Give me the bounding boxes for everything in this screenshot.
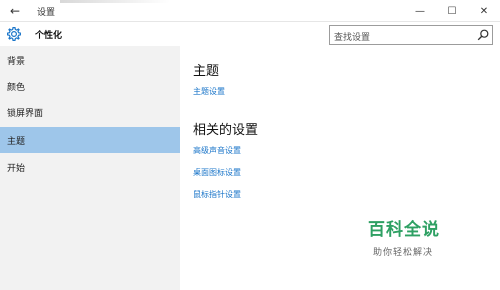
maximize-button[interactable]: ☐: [436, 0, 468, 22]
back-arrow-icon: ←: [9, 4, 21, 18]
search-input[interactable]: 查找设置: [334, 30, 370, 43]
page-title: 个性化: [35, 31, 63, 41]
close-button[interactable]: ✕: [468, 0, 500, 22]
theme-settings-link[interactable]: 主题设置: [193, 86, 225, 97]
sidebar-item-background[interactable]: 背景: [0, 49, 180, 71]
sidebar-item-colors[interactable]: 颜色: [0, 75, 180, 97]
gear-icon: [7, 27, 21, 41]
back-button[interactable]: ←: [0, 0, 30, 22]
header: 个性化 查找设置: [0, 22, 500, 46]
section-title-related-settings: 相关的设置: [193, 123, 259, 138]
mouse-pointer-settings-link[interactable]: 鼠标指针设置: [193, 189, 241, 200]
sidebar: 背景 颜色 锁屏界面 主题 开始: [0, 46, 180, 290]
advanced-sound-settings-link[interactable]: 高级声音设置: [193, 145, 241, 156]
window-controls: — ☐ ✕: [404, 0, 500, 22]
minimize-icon: —: [415, 5, 425, 17]
tab-strip-decoration: [60, 0, 170, 3]
watermark-tagline: 助你轻松解决: [373, 248, 434, 258]
search-icon[interactable]: [476, 28, 490, 42]
minimize-button[interactable]: —: [404, 0, 436, 22]
title-bar: ← 设置 — ☐ ✕: [0, 0, 500, 22]
search-box[interactable]: 查找设置: [329, 25, 493, 45]
sidebar-item-start[interactable]: 开始: [0, 156, 180, 178]
sidebar-item-themes[interactable]: 主题: [0, 127, 180, 153]
section-title-themes: 主题: [193, 64, 220, 79]
watermark-brand: 百科全说: [368, 220, 440, 240]
sidebar-item-lock-screen[interactable]: 锁屏界面: [0, 101, 180, 123]
desktop-icon-settings-link[interactable]: 桌面图标设置: [193, 167, 241, 178]
main-content: 主题 主题设置 相关的设置 高级声音设置 桌面图标设置 鼠标指针设置: [180, 46, 500, 290]
maximize-icon: ☐: [447, 5, 457, 17]
close-icon: ✕: [479, 5, 489, 17]
window-title: 设置: [37, 8, 56, 18]
